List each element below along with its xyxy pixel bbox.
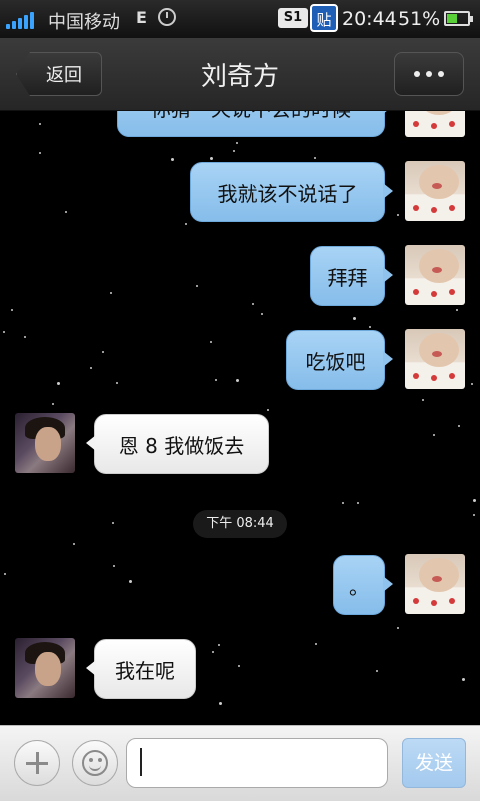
background-star [73, 543, 75, 545]
alarm-icon [158, 8, 176, 26]
message-timestamp: 下午 08:44 [193, 510, 287, 538]
smiley-icon [82, 750, 108, 776]
message-bubble-me[interactable]: 吃饭吧 [286, 330, 393, 390]
battery-percent: 51% [398, 8, 441, 30]
background-star [233, 150, 235, 152]
background-star [185, 223, 187, 225]
background-star [129, 580, 132, 583]
background-star [39, 123, 41, 125]
background-star [369, 326, 371, 328]
background-star [11, 309, 13, 311]
carrier-name: 中国移动 [48, 12, 120, 33]
contact-avatar[interactable] [15, 638, 75, 698]
clock: 20:44 [342, 8, 397, 30]
background-star [210, 341, 212, 343]
message-bubble-other[interactable]: 恩 8 我做饭去 [86, 414, 269, 474]
background-star [236, 142, 238, 144]
my-avatar[interactable] [405, 245, 465, 305]
background-star [376, 670, 378, 672]
sim-icon: S1 [278, 8, 308, 28]
background-star [236, 379, 239, 382]
signal-icon [6, 11, 34, 29]
background-star [252, 303, 254, 305]
background-star [57, 382, 60, 385]
send-button[interactable]: 发送 [402, 738, 466, 788]
background-star [3, 331, 5, 333]
background-star [314, 157, 316, 159]
background-star [113, 565, 115, 567]
background-star [422, 399, 424, 401]
message-bubble-me[interactable]: 。 [333, 555, 393, 615]
title-bar: 返回 刘奇方 [0, 38, 480, 111]
battery-icon [444, 11, 473, 26]
message-bubble-me[interactable]: 我就该不说话了 [190, 162, 393, 222]
background-star [456, 309, 458, 311]
my-avatar[interactable] [405, 329, 465, 389]
add-attachment-button[interactable] [14, 740, 60, 786]
background-star [315, 643, 317, 645]
my-avatar[interactable] [405, 554, 465, 614]
emoji-button[interactable] [72, 740, 118, 786]
background-star [471, 383, 473, 385]
text-caret [140, 748, 142, 776]
background-star [462, 678, 465, 681]
message-bubble-me[interactable]: 你猜一天说不会的时候 [117, 111, 393, 137]
more-dot [426, 71, 432, 77]
background-star [24, 336, 26, 338]
background-star [458, 425, 460, 427]
background-star [110, 292, 112, 294]
background-star [210, 157, 213, 160]
background-star [171, 158, 174, 161]
background-star [267, 409, 269, 411]
chat-area[interactable]: 你猜一天说不会的时候 我就该不说话了 拜拜 吃饭吧 恩 8 我做饭去 下午 08… [0, 111, 480, 725]
more-dot [414, 71, 420, 77]
background-star [212, 651, 214, 653]
status-bar: 中国移动 E S1 贴 20:44 51% [0, 0, 480, 38]
my-avatar[interactable] [405, 161, 465, 221]
message-bubble-other[interactable]: 我在呢 [86, 639, 196, 699]
background-star [261, 313, 263, 315]
background-star [65, 211, 67, 213]
background-star [4, 573, 6, 575]
background-star [102, 351, 104, 353]
background-star [219, 702, 222, 705]
background-star [215, 379, 217, 381]
background-star [90, 367, 92, 369]
background-star [473, 514, 475, 516]
more-options-button[interactable] [394, 52, 464, 96]
background-star [112, 522, 114, 524]
battery-fill [447, 14, 457, 23]
contact-avatar[interactable] [15, 413, 75, 473]
background-star [52, 403, 54, 405]
network-type-icon: E [136, 8, 147, 27]
background-star [357, 502, 359, 504]
background-star [116, 382, 118, 384]
message-bubble-me[interactable]: 拜拜 [310, 246, 393, 306]
message-input[interactable] [126, 738, 388, 788]
background-star [433, 434, 435, 436]
sticker-icon: 贴 [310, 4, 338, 32]
background-star [39, 152, 41, 154]
background-star [196, 285, 198, 287]
my-avatar[interactable] [405, 111, 465, 137]
background-star [218, 644, 220, 646]
input-bar: 发送 [0, 725, 480, 801]
background-star [342, 502, 344, 504]
background-star [473, 499, 476, 502]
background-star [353, 317, 356, 320]
background-star [397, 627, 399, 629]
background-star [397, 214, 399, 216]
background-star [238, 665, 240, 667]
more-dot [438, 71, 444, 77]
